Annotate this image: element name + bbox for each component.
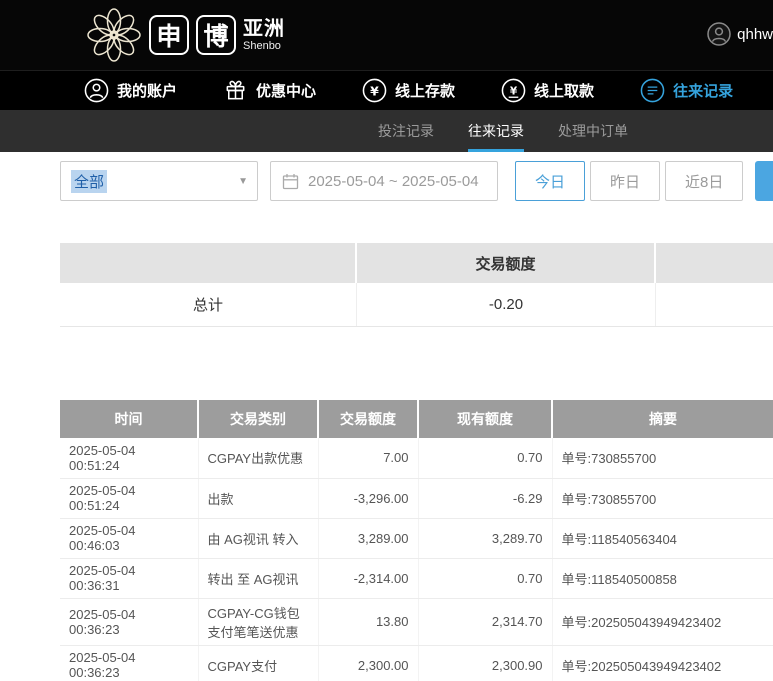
today-button[interactable]: 今日 [515, 161, 586, 201]
summary-header-blank-2 [656, 243, 773, 283]
col-header-summary: 摘要 [552, 400, 773, 438]
summary-total-row: 总计 -0.20 [60, 283, 773, 327]
col-header-type: 交易类别 [198, 400, 319, 438]
brand-char-2: 博 [196, 15, 236, 55]
table-row: 2025-05-04 00:36:31 转出 至 AG视讯 -2,314.00 … [60, 558, 773, 599]
table-row: 2025-05-04 00:51:24 出款 -3,296.00 -6.29 单… [60, 478, 773, 519]
cell-balance: 0.70 [418, 438, 553, 479]
cell-amount: 2,300.00 [318, 645, 419, 681]
cell-amount: 3,289.00 [318, 518, 419, 559]
cell-amount: -3,296.00 [318, 478, 419, 519]
nav-item-promotions[interactable]: 优惠中心 [223, 78, 316, 103]
brand-region: 亚洲 Shenbo [243, 18, 285, 52]
cell-summary: 单号:730855700 [552, 438, 773, 479]
tab-transaction-records[interactable]: 往来记录 [468, 110, 524, 152]
yesterday-button[interactable]: 昨日 [590, 161, 661, 201]
nav-item-label: 优惠中心 [256, 83, 317, 100]
cell-time: 2025-05-04 00:46:03 [60, 518, 199, 559]
records-icon [640, 78, 665, 103]
tab-betting-records[interactable]: 投注记录 [378, 110, 434, 152]
nav-item-records[interactable]: 往来记录 [640, 78, 733, 103]
summary-total-label: 总计 [60, 283, 357, 326]
lotus-flower-icon [87, 8, 141, 62]
tab-processing-orders[interactable]: 处理中订单 [558, 110, 628, 152]
cell-time: 2025-05-04 00:51:24 [60, 478, 199, 519]
last-8-days-button[interactable]: 近8日 [665, 161, 744, 201]
calendar-icon [282, 173, 299, 189]
date-range-value: 2025-05-04 ~ 2025-05-04 [308, 172, 479, 190]
filter-bar: 全部 ▼ 2025-05-04 ~ 2025-05-04 今日 昨日 近8日 [60, 161, 773, 201]
brand-region-en: Shenbo [243, 39, 281, 52]
table-row: 2025-05-04 00:36:23 CGPAY支付 2,300.00 2,3… [60, 645, 773, 681]
transactions-table: 时间 交易类别 交易额度 现有额度 摘要 2025-05-04 00:51:24… [60, 400, 773, 681]
brand-region-cn: 亚洲 [243, 17, 285, 40]
brand-logo: 申 博 亚洲 Shenbo [86, 7, 285, 63]
username-label: qhhw [737, 25, 773, 43]
cell-type: 出款 [198, 478, 319, 519]
top-header: 申 博 亚洲 Shenbo qhhw [0, 0, 773, 70]
table-row: 2025-05-04 00:36:23 CGPAY-CG钱包支付笔笔送优惠 13… [60, 598, 773, 646]
cell-summary: 单号:730855700 [552, 478, 773, 519]
main-navigation: 我的账户 优惠中心 ¥ 线上存款 ¥ 线上取款 往来记录 [0, 70, 773, 110]
category-select[interactable]: 全部 ▼ [60, 161, 258, 201]
cell-amount: 13.80 [318, 598, 419, 646]
table-row: 2025-05-04 00:46:03 由 AG视讯 转入 3,289.00 3… [60, 518, 773, 559]
col-header-balance: 现有额度 [418, 400, 553, 438]
cell-amount: 7.00 [318, 438, 419, 479]
cell-summary: 单号:118540500858 [552, 558, 773, 599]
user-avatar-icon [707, 22, 731, 46]
cell-type: 转出 至 AG视讯 [198, 558, 319, 599]
account-menu[interactable]: qhhw [707, 22, 773, 46]
sub-navigation: 投注记录 往来记录 处理中订单 [0, 110, 773, 152]
summary-blank-cell [656, 283, 773, 326]
cell-type: 由 AG视讯 转入 [198, 518, 319, 559]
col-header-amount: 交易额度 [318, 400, 419, 438]
cell-amount: -2,314.00 [318, 558, 419, 599]
date-range-input[interactable]: 2025-05-04 ~ 2025-05-04 [270, 161, 498, 201]
cell-balance: 2,300.90 [418, 645, 553, 681]
cell-type: CGPAY支付 [198, 645, 319, 681]
table-header-row: 时间 交易类别 交易额度 现有额度 摘要 [60, 400, 773, 438]
summary-header-blank [60, 243, 357, 283]
deposit-coin-icon: ¥ [362, 78, 387, 103]
cell-type: CGPAY-CG钱包支付笔笔送优惠 [198, 598, 319, 646]
nav-item-label: 线上取款 [534, 83, 595, 100]
summary-header-row: 交易额度 [60, 243, 773, 283]
category-select-value: 全部 [71, 169, 108, 193]
cell-balance: 2,314.70 [418, 598, 553, 646]
person-icon [84, 78, 109, 103]
svg-text:¥: ¥ [510, 85, 518, 97]
chevron-down-icon: ▼ [238, 175, 248, 187]
withdraw-coin-icon: ¥ [501, 78, 526, 103]
cell-time: 2025-05-04 00:36:31 [60, 558, 199, 599]
cell-summary: 单号:118540563404 [552, 518, 773, 559]
cell-summary: 单号:202505043949423402 [552, 645, 773, 681]
nav-item-label: 我的账户 [117, 83, 178, 100]
search-button[interactable] [755, 161, 773, 201]
cell-time: 2025-05-04 00:36:23 [60, 645, 199, 681]
cell-balance: 3,289.70 [418, 518, 553, 559]
cell-time: 2025-05-04 00:51:24 [60, 438, 199, 479]
col-header-time: 时间 [60, 400, 199, 438]
cell-summary: 单号:202505043949423402 [552, 598, 773, 646]
svg-text:¥: ¥ [370, 83, 379, 98]
gift-icon [226, 80, 245, 100]
nav-item-deposit[interactable]: ¥ 线上存款 [362, 78, 455, 103]
summary-table: 交易额度 总计 -0.20 [60, 243, 773, 327]
nav-item-label: 线上存款 [395, 83, 456, 100]
summary-header-amount: 交易额度 [357, 243, 656, 283]
table-row: 2025-05-04 00:51:24 CGPAY出款优惠 7.00 0.70 … [60, 438, 773, 479]
cell-balance: 0.70 [418, 558, 553, 599]
brand-char-1: 申 [149, 15, 189, 55]
cell-time: 2025-05-04 00:36:23 [60, 598, 199, 646]
summary-total-value: -0.20 [357, 283, 656, 326]
nav-item-my-account[interactable]: 我的账户 [84, 78, 177, 103]
cell-type: CGPAY出款优惠 [198, 438, 319, 479]
cell-balance: -6.29 [418, 478, 553, 519]
nav-item-label: 往来记录 [673, 83, 734, 100]
nav-item-withdraw[interactable]: ¥ 线上取款 [501, 78, 594, 103]
